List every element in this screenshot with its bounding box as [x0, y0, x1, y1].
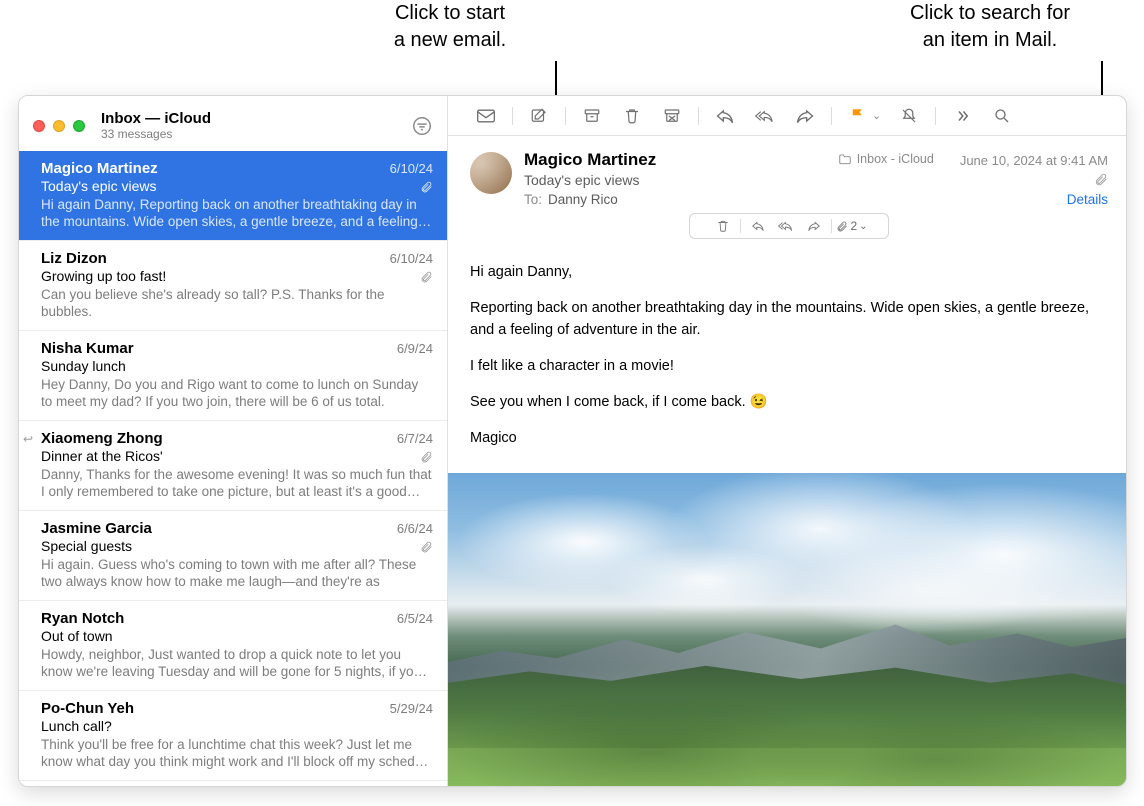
junk-button[interactable]: [652, 102, 692, 130]
header-subject: Today's epic views: [524, 172, 640, 188]
message-preview: Hey Danny, Do you and Rigo want to come …: [41, 376, 433, 410]
paperclip-icon: [836, 220, 848, 232]
attachment-icon: [420, 540, 433, 553]
reply-button[interactable]: [705, 102, 745, 130]
reply-all-button[interactable]: [745, 102, 785, 130]
attached-image[interactable]: [448, 473, 1126, 786]
message-date: 6/5/24: [397, 611, 433, 626]
message-date: 6/9/24: [397, 341, 433, 356]
message-from: Magico Martinez: [41, 160, 158, 177]
mail-window: Inbox — iCloud 33 messages Magico Martin…: [18, 95, 1127, 787]
message-preview: Danny, Thanks for the awesome evening! I…: [41, 466, 433, 500]
message-subject: Dinner at the Ricos': [41, 448, 163, 464]
message-date: 6/7/24: [397, 431, 433, 446]
get-mail-button[interactable]: [466, 102, 506, 130]
window-controls: [33, 120, 85, 132]
message-preview: Think you'll be free for a lunchtime cha…: [41, 736, 433, 770]
body-paragraph: I felt like a character in a movie!: [470, 355, 1104, 377]
message-from: Xiaomeng Zhong: [41, 430, 163, 447]
mute-button[interactable]: [889, 102, 929, 130]
sender-avatar[interactable]: [470, 152, 512, 194]
compose-button[interactable]: [519, 102, 559, 130]
chevron-down-icon: ⌄: [859, 221, 867, 232]
close-window-button[interactable]: [33, 120, 45, 132]
header-timestamp: June 10, 2024 at 9:41 AM: [960, 153, 1108, 168]
message-from: Nisha Kumar: [41, 340, 134, 357]
message-subject: Sunday lunch: [41, 358, 126, 374]
inline-delete-button[interactable]: [710, 215, 736, 237]
message-list-item[interactable]: Ryan Notch 6/5/24 Out of town Howdy, neighb…: [19, 601, 447, 691]
minimize-window-button[interactable]: [53, 120, 65, 132]
main-toolbar: ⌄: [448, 96, 1126, 136]
forward-button[interactable]: [785, 102, 825, 130]
body-paragraph: Reporting back on another breathtaking d…: [470, 297, 1104, 341]
help-callouts: Click to start a new email. Click to sea…: [0, 0, 1144, 95]
message-preview: Howdy, neighbor, Just wanted to drop a q…: [41, 646, 433, 680]
filter-button[interactable]: [411, 115, 433, 137]
message-body: Hi again Danny, Reporting back on anothe…: [448, 249, 1126, 473]
body-signature: Magico: [470, 427, 1104, 449]
archive-button[interactable]: [572, 102, 612, 130]
attachment-icon: [420, 450, 433, 463]
header-folder[interactable]: Inbox - iCloud: [838, 152, 934, 166]
message-from: Liz Dizon: [41, 250, 107, 267]
body-greeting: Hi again Danny,: [470, 261, 1104, 283]
message-date: 6/10/24: [390, 161, 433, 176]
inline-message-toolbar: 2 ⌄: [689, 213, 889, 239]
attachment-icon: [420, 270, 433, 283]
replied-icon: ↩: [23, 432, 33, 446]
body-paragraph: See you when I come back, if I come back…: [470, 391, 1104, 413]
inline-attachments-button[interactable]: 2 ⌄: [836, 219, 867, 233]
message-subject: Today's epic views: [41, 178, 157, 194]
callout-search: Click to search for an item in Mail.: [860, 0, 1120, 54]
message-list-item[interactable]: Liz Dizon 6/10/24 Growing up too fast! Can …: [19, 241, 447, 331]
message-date: 6/6/24: [397, 521, 433, 536]
more-toolbar-button[interactable]: [942, 102, 982, 130]
zoom-window-button[interactable]: [73, 120, 85, 132]
message-preview: Hi again. Guess who's coming to town wit…: [41, 556, 433, 590]
message-subject: Special guests: [41, 538, 132, 554]
message-header: Magico Martinez Inbox - iCloud June 10, …: [448, 136, 1126, 249]
message-date: 5/29/24: [390, 701, 433, 716]
search-button[interactable]: [982, 102, 1022, 130]
attachment-icon: [420, 180, 433, 193]
message-subject: Growing up too fast!: [41, 268, 166, 284]
message-from: Po-Chun Yeh: [41, 700, 134, 717]
message-from: Ryan Notch: [41, 610, 124, 627]
message-from: Jasmine Garcia: [41, 520, 152, 537]
message-list-pane: Inbox — iCloud 33 messages Magico Martin…: [19, 96, 448, 786]
message-list-item[interactable]: Jasmine Garcia 6/6/24 Special guests Hi aga…: [19, 511, 447, 601]
attachment-icon: [1094, 172, 1108, 186]
message-list-item[interactable]: Nisha Kumar 6/9/24 Sunday lunch Hey Danny, …: [19, 331, 447, 421]
message-preview: Can you believe she's already so tall? P…: [41, 286, 433, 320]
reading-pane: ⌄ Magico Martinez Inbox - iCloud June 10…: [448, 96, 1126, 786]
inline-forward-button[interactable]: [801, 215, 827, 237]
header-from[interactable]: Magico Martinez: [524, 150, 826, 170]
header-to[interactable]: To:Danny Rico: [524, 192, 618, 207]
message-list: Magico Martinez 6/10/24 Today's epic views…: [19, 151, 447, 786]
mailbox-title: Inbox — iCloud: [101, 110, 411, 127]
message-list-item[interactable]: ↩ Xiaomeng Zhong 6/7/24 Dinner at the Ricos…: [19, 421, 447, 511]
message-subject: Lunch call?: [41, 718, 112, 734]
message-list-item[interactable]: Magico Martinez 6/10/24 Today's epic views…: [19, 151, 447, 241]
inline-reply-button[interactable]: [745, 215, 771, 237]
flag-menu-chevron-icon[interactable]: ⌄: [872, 109, 881, 122]
folder-icon: [838, 153, 852, 165]
inline-reply-all-button[interactable]: [773, 215, 799, 237]
details-link[interactable]: Details: [1067, 192, 1108, 207]
callout-compose: Click to start a new email.: [350, 0, 550, 54]
delete-button[interactable]: [612, 102, 652, 130]
mailbox-message-count: 33 messages: [101, 127, 411, 141]
message-list-item[interactable]: Po-Chun Yeh 5/29/24 Lunch call? Think you'l…: [19, 691, 447, 781]
message-preview: Hi again Danny, Reporting back on anothe…: [41, 196, 433, 230]
message-date: 6/10/24: [390, 251, 433, 266]
window-titlebar: Inbox — iCloud 33 messages: [19, 96, 447, 151]
message-subject: Out of town: [41, 628, 113, 644]
